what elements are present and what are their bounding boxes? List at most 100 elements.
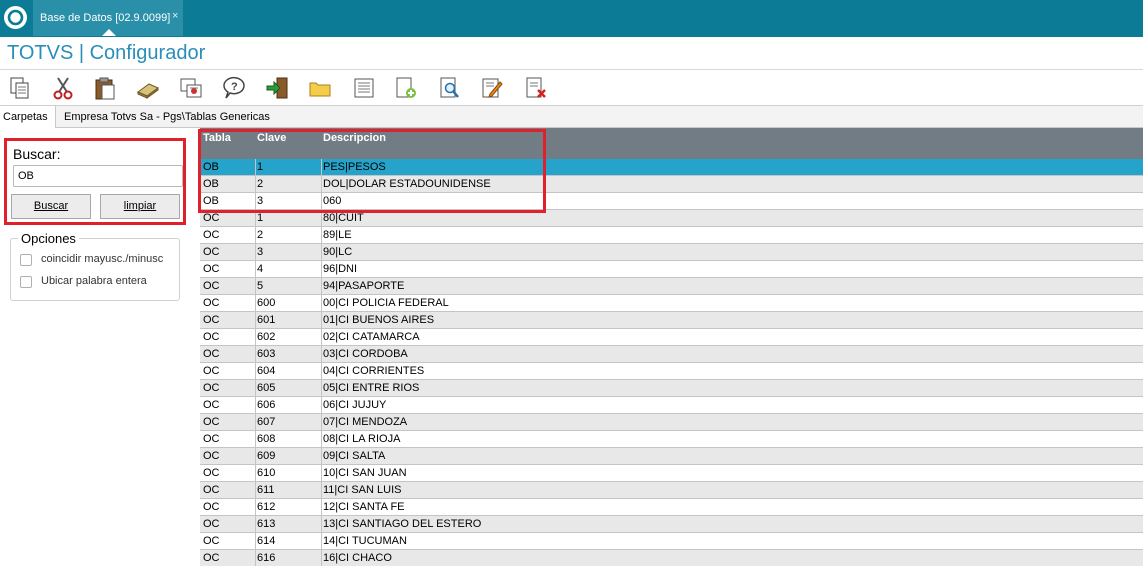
table-row[interactable]: OC 1 80|CUIT <box>200 210 1143 227</box>
tab-row: Carpetas Empresa Totvs Sa - Pgs\Tablas G… <box>0 106 1143 128</box>
copy-icon[interactable] <box>7 75 33 101</box>
help-icon[interactable]: ? <box>221 75 247 101</box>
table-row[interactable]: OC 604 04|CI CORRIENTES <box>200 363 1143 380</box>
cell-descripcion: 00|CI POLICIA FEDERAL <box>323 297 449 309</box>
cell-descripcion: 04|CI CORRIENTES <box>323 365 425 377</box>
buscar-button[interactable]: Buscar <box>11 194 91 219</box>
column-divider <box>321 465 322 482</box>
table-row[interactable]: OC 611 11|CI SAN LUIS <box>200 482 1143 499</box>
column-divider <box>255 414 256 431</box>
left-panel: Buscar: Buscar limpiar Opciones coincidi… <box>0 128 196 566</box>
edit-icon[interactable] <box>479 75 505 101</box>
column-header-descripcion[interactable]: Descripcion <box>323 132 386 144</box>
column-divider <box>255 329 256 346</box>
cell-descripcion: PES|PESOS <box>323 161 386 173</box>
cell-descripcion: 89|LE <box>323 229 352 241</box>
table-row[interactable]: OB 1 PES|PESOS <box>200 159 1143 176</box>
top-bar: Base de Datos [02.9.0099] × <box>0 0 1143 37</box>
list-icon[interactable] <box>351 75 377 101</box>
folder-icon[interactable] <box>307 75 333 101</box>
delete-icon[interactable] <box>523 75 549 101</box>
table-row[interactable]: OC 610 10|CI SAN JUAN <box>200 465 1143 482</box>
cell-clave: 2 <box>257 229 264 241</box>
cell-tabla: OC <box>203 552 220 564</box>
column-divider <box>255 278 256 295</box>
column-divider <box>255 193 256 210</box>
column-header-clave[interactable]: Clave <box>257 132 286 144</box>
table-row[interactable]: OC 607 07|CI MENDOZA <box>200 414 1143 431</box>
column-divider <box>255 431 256 448</box>
column-header-tabla[interactable]: Tabla <box>203 132 231 144</box>
whole-word-checkbox[interactable] <box>20 276 32 288</box>
cell-tabla: OC <box>203 501 220 513</box>
data-grid[interactable]: Tabla Clave Descripcion OB 1 PES|PESOS OB 2 D… <box>200 128 1143 566</box>
table-row[interactable]: OC 612 12|CI SANTA FE <box>200 499 1143 516</box>
cell-clave: 616 <box>257 552 276 564</box>
table-row[interactable]: OB 3 060 <box>200 193 1143 210</box>
search-panel: Buscar: Buscar limpiar <box>4 138 186 225</box>
cell-tabla: OB <box>203 178 219 190</box>
table-row[interactable]: OC 5 94|PASAPORTE <box>200 278 1143 295</box>
table-row[interactable]: OC 2 89|LE <box>200 227 1143 244</box>
limpiar-button[interactable]: limpiar <box>100 194 180 219</box>
cell-descripcion: 11|CI SAN LUIS <box>323 484 402 496</box>
table-row[interactable]: OC 606 06|CI JUJUY <box>200 397 1143 414</box>
table-row[interactable]: OC 616 16|CI CHACO <box>200 550 1143 566</box>
tab-base-de-datos[interactable]: Base de Datos [02.9.0099] × <box>33 0 183 36</box>
table-row[interactable]: OC 602 02|CI CATAMARCA <box>200 329 1143 346</box>
match-case-checkbox[interactable] <box>20 254 32 266</box>
add-icon[interactable] <box>393 75 419 101</box>
column-divider <box>321 414 322 431</box>
cell-descripcion: 07|CI MENDOZA <box>323 416 408 428</box>
match-case-label: coincidir mayusc./minusc <box>41 253 164 265</box>
option-match-case[interactable]: coincidir mayusc./minusc <box>20 252 180 268</box>
column-divider <box>321 448 322 465</box>
search-input[interactable] <box>13 165 183 187</box>
table-row[interactable]: OC 608 08|CI LA RIOJA <box>200 431 1143 448</box>
cut-icon[interactable] <box>50 75 76 101</box>
eraser-icon[interactable] <box>135 75 161 101</box>
option-whole-word[interactable]: Ubicar palabra entera <box>20 274 180 290</box>
toolbar: ? <box>0 71 1143 106</box>
paste-icon[interactable] <box>92 75 118 101</box>
column-divider <box>321 295 322 312</box>
table-row[interactable]: OC 605 05|CI ENTRE RIOS <box>200 380 1143 397</box>
table-row[interactable]: OC 601 01|CI BUENOS AIRES <box>200 312 1143 329</box>
cell-descripcion: 06|CI JUJUY <box>323 399 387 411</box>
exit-icon[interactable] <box>264 75 290 101</box>
cell-tabla: OC <box>203 399 220 411</box>
cell-descripcion: 08|CI LA RIOJA <box>323 433 401 445</box>
cell-descripcion: 90|LC <box>323 246 353 258</box>
column-divider <box>321 550 322 566</box>
column-divider <box>255 363 256 380</box>
cell-tabla: OB <box>203 161 219 173</box>
column-divider <box>255 244 256 261</box>
preview-icon[interactable] <box>437 75 463 101</box>
table-row[interactable]: OB 2 DOL|DOLAR ESTADOUNIDENSE <box>200 176 1143 193</box>
table-row[interactable]: OC 4 96|DNI <box>200 261 1143 278</box>
cell-descripcion: 14|CI TUCUMAN <box>323 535 407 547</box>
cell-clave: 3 <box>257 246 264 258</box>
cell-clave: 610 <box>257 467 276 479</box>
table-row[interactable]: OC 600 00|CI POLICIA FEDERAL <box>200 295 1143 312</box>
table-row[interactable]: OC 614 14|CI TUCUMAN <box>200 533 1143 550</box>
cell-clave: 612 <box>257 501 276 513</box>
table-row[interactable]: OC 609 09|CI SALTA <box>200 448 1143 465</box>
totvs-logo-icon[interactable] <box>4 6 27 29</box>
cell-descripcion: 03|CI CORDOBA <box>323 348 408 360</box>
tab-close-icon[interactable]: × <box>172 10 178 22</box>
cell-tabla: OC <box>203 246 220 258</box>
cell-descripcion: 09|CI SALTA <box>323 450 386 462</box>
column-divider <box>321 261 322 278</box>
tab-carpetas[interactable]: Carpetas <box>0 106 56 128</box>
table-row[interactable]: OC 613 13|CI SANTIAGO DEL ESTERO <box>200 516 1143 533</box>
cell-descripcion: 01|CI BUENOS AIRES <box>323 314 435 326</box>
cell-descripcion: 12|CI SANTA FE <box>323 501 405 513</box>
column-divider <box>255 397 256 414</box>
cell-clave: 605 <box>257 382 276 394</box>
options-title: Opciones <box>18 231 79 246</box>
table-row[interactable]: OC 3 90|LC <box>200 244 1143 261</box>
properties-icon[interactable] <box>178 75 204 101</box>
table-row[interactable]: OC 603 03|CI CORDOBA <box>200 346 1143 363</box>
cell-tabla: OC <box>203 297 220 309</box>
